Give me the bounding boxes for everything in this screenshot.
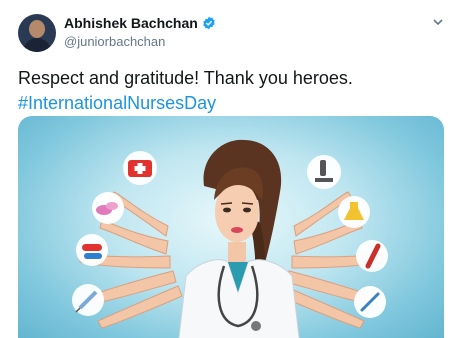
first-aid-kit-icon — [123, 151, 157, 185]
tweet-card: Abhishek Bachchan @juniorbachchan Respec… — [0, 0, 451, 338]
capsules-icon — [76, 234, 108, 266]
flask-icon — [338, 196, 370, 228]
avatar-body — [23, 38, 51, 52]
avatar[interactable] — [18, 14, 56, 52]
tweet-text-line: Respect and gratitude! Thank you heroes. — [18, 68, 353, 88]
nurse-figure — [178, 139, 300, 338]
display-name[interactable]: Abhishek Bachchan — [64, 15, 198, 31]
author-handle[interactable]: @juniorbachchan — [64, 34, 165, 49]
tweet-image[interactable] — [18, 116, 444, 338]
tweet-text: Respect and gratitude! Thank you heroes.… — [18, 66, 438, 116]
pills-icon — [92, 192, 124, 224]
avatar-face — [29, 20, 45, 38]
author-name-row: Abhishek Bachchan — [64, 15, 216, 31]
nurse-illustration — [72, 139, 388, 338]
syringe-icon — [72, 284, 104, 316]
thermometer-icon — [354, 286, 386, 318]
chevron-down-icon[interactable] — [432, 16, 444, 28]
hashtag-link[interactable]: #InternationalNursesDay — [18, 91, 438, 116]
verified-badge-icon — [203, 16, 215, 30]
test-tube-icon — [356, 240, 388, 272]
microscope-icon — [307, 155, 341, 189]
